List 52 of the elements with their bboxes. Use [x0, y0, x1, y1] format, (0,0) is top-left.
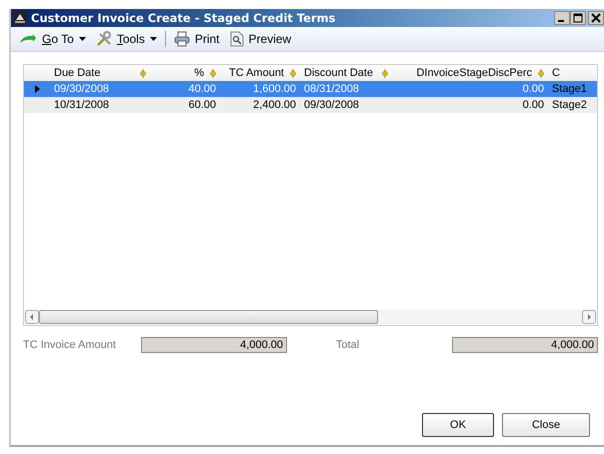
- maximize-button[interactable]: [570, 11, 586, 25]
- close-button[interactable]: [588, 11, 604, 25]
- column-header[interactable]: C: [548, 67, 592, 79]
- table-cell-text: 40.00: [187, 83, 217, 95]
- pin-icon: [290, 68, 296, 78]
- table-cell-text: 10/31/2008: [53, 99, 110, 111]
- table-cell-text: Stage2: [551, 99, 588, 111]
- printer-icon: [174, 31, 190, 47]
- column-header[interactable]: Due Date: [50, 67, 150, 79]
- table-row[interactable]: 10/31/2008 60.00 2,400.00 09/30/2008 0.00 Stage2: [24, 97, 597, 113]
- arrow-icon: [19, 33, 37, 45]
- minimize-icon: [558, 20, 564, 22]
- pin-icon: [140, 68, 146, 78]
- table-row[interactable]: 09/30/2008 40.00 1,600.00 08/31/2008 0.00 Stage1: [24, 81, 597, 97]
- scrollbar-thumb[interactable]: [39, 310, 378, 324]
- amount-field: 4,000.00: [141, 337, 287, 353]
- table-cell-text: Stage1: [551, 83, 588, 95]
- table-cell-text: 09/30/2008: [53, 83, 110, 95]
- close-icon: [591, 13, 601, 23]
- table-cell-text: 2,400.00: [252, 99, 297, 111]
- toolbar-button[interactable]: Print: [172, 31, 222, 47]
- field-label: TC Invoice Amount: [23, 339, 117, 351]
- pin-icon: [210, 68, 216, 78]
- pin-icon: [538, 68, 544, 78]
- toolbar-button[interactable]: Preview: [228, 31, 294, 47]
- toolbar-button[interactable]: Tools: [94, 31, 159, 47]
- preview-icon: [230, 31, 244, 47]
- column-header[interactable]: DInvoiceStageDiscPerc: [392, 67, 548, 79]
- column-header[interactable]: %: [150, 67, 220, 79]
- window-title: Customer Invoice Create - Staged Credit Terms: [31, 11, 337, 25]
- table-cell-text: 0.00: [522, 83, 545, 95]
- table-cell-text: 1,600.00: [252, 83, 297, 95]
- amount-field: 4,000.00: [452, 337, 598, 353]
- field-label: Total: [336, 339, 360, 351]
- tools-icon: [96, 31, 112, 47]
- column-header[interactable]: TC Amount: [220, 67, 300, 79]
- scroll-left-icon[interactable]: [25, 310, 39, 324]
- table-cell-text: 08/31/2008: [303, 83, 360, 95]
- table-cell-text: 60.00: [187, 99, 217, 111]
- app-icon: [13, 11, 27, 25]
- dialog-button[interactable]: Close: [502, 413, 590, 437]
- toolbar-button[interactable]: Go To: [17, 32, 88, 46]
- row-pointer-icon: [34, 85, 40, 93]
- dialog-button[interactable]: OK: [422, 413, 494, 437]
- scroll-right-icon[interactable]: [582, 310, 596, 324]
- horizontal-scrollbar[interactable]: [24, 309, 597, 325]
- maximize-icon: [573, 13, 583, 23]
- pin-icon: [382, 68, 388, 78]
- minimize-button[interactable]: [554, 11, 570, 25]
- table-cell-text: 0.00: [522, 99, 545, 111]
- column-header[interactable]: Discount Date: [300, 67, 392, 79]
- table-cell-text: 09/30/2008: [303, 99, 360, 111]
